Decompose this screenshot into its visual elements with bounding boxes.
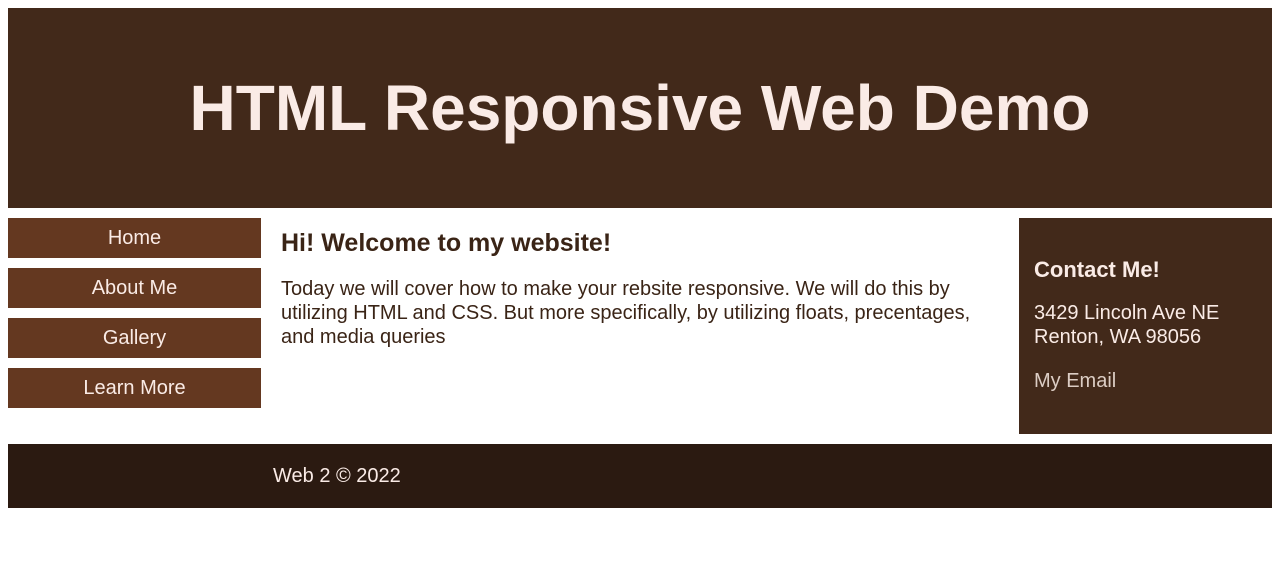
main-content: Hi! Welcome to my website! Today we will… — [281, 226, 999, 349]
page: HTML Responsive Web Demo Home About Me G… — [0, 0, 1280, 576]
nav-item-about-me[interactable]: About Me — [8, 268, 261, 308]
email-link[interactable]: My Email — [1034, 369, 1116, 393]
welcome-heading: Hi! Welcome to my website! — [281, 229, 612, 257]
nav-item-gallery[interactable]: Gallery — [8, 318, 261, 358]
nav-item-home[interactable]: Home — [8, 218, 261, 258]
site-header: HTML Responsive Web Demo — [8, 8, 1272, 208]
contact-address: 3429 Lincoln Ave NE Renton, WA 98056 — [1034, 301, 1257, 349]
site-footer: Web 2 © 2022 — [8, 444, 1272, 508]
address-line-2: Renton, WA 98056 — [1034, 326, 1202, 348]
contact-panel: Contact Me! 3429 Lincoln Ave NE Renton, … — [1019, 218, 1272, 434]
side-nav: Home About Me Gallery Learn More — [8, 218, 261, 418]
site-title: HTML Responsive Web Demo — [189, 72, 1091, 144]
address-line-1: 3429 Lincoln Ave NE — [1034, 302, 1220, 324]
contact-heading: Contact Me! — [1034, 257, 1160, 282]
nav-item-learn-more[interactable]: Learn More — [8, 368, 261, 408]
footer-copyright: Web 2 © 2022 — [273, 465, 401, 487]
intro-paragraph: Today we will cover how to make your reb… — [281, 278, 971, 348]
